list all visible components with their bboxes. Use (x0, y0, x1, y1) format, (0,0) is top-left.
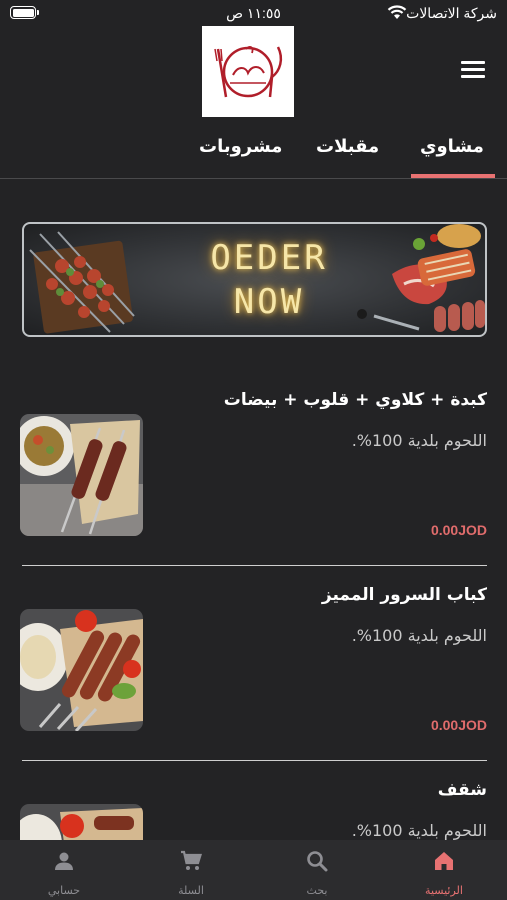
banner-heading: OEDER NOW (184, 236, 354, 324)
cart-icon (181, 850, 202, 870)
bottom-navigation: الرئيسية بحث السلة حسابي (0, 840, 507, 900)
nav-search[interactable]: بحث (267, 840, 367, 900)
app-header (0, 26, 507, 121)
menu-item-title: كباب السرور المميز (321, 585, 487, 605)
carrier-name: شركة الاتصالات (406, 5, 497, 21)
menu-item-description: اللحوم بلدية 100%. (351, 626, 487, 645)
search-icon (307, 851, 328, 872)
menu-item-image (20, 804, 143, 840)
banner-line-2: NOW (233, 282, 305, 322)
profile-icon (55, 852, 73, 870)
category-tabs: مشاوي مقبلات مشروبات (0, 121, 507, 179)
order-now-banner[interactable]: OEDER NOW (22, 222, 487, 337)
menu-item-price: 0.00JOD (430, 522, 487, 538)
menu-item[interactable]: شقف اللحوم بلدية 100%. (0, 776, 507, 840)
item-divider (22, 565, 487, 566)
menu-item[interactable]: كبدة + كلاوي + قلوب + بيضات اللحوم بلدية… (0, 386, 507, 581)
nav-home[interactable]: الرئيسية (394, 840, 494, 900)
active-tab-indicator (411, 174, 495, 178)
hamburger-menu-icon[interactable] (461, 61, 485, 81)
menu-item-title: شقف (437, 780, 487, 800)
nav-cart-label: السلة (178, 884, 204, 897)
menu-item[interactable]: كباب السرور المميز اللحوم بلدية 100%. 0.… (0, 581, 507, 776)
nav-search-label: بحث (306, 884, 328, 897)
nav-profile[interactable]: حسابي (14, 840, 114, 900)
tab-appetizers[interactable]: مقبلات (316, 136, 379, 157)
menu-item-title: كبدة + كلاوي + قلوب + بيضات (223, 390, 487, 410)
logo-emblem (214, 45, 283, 97)
nav-cart[interactable]: السلة (141, 840, 241, 900)
menu-item-description: اللحوم بلدية 100%. (351, 821, 487, 840)
menu-item-image (20, 609, 143, 731)
restaurant-logo[interactable] (202, 26, 294, 117)
tab-drinks[interactable]: مشروبات (199, 136, 282, 157)
nav-profile-label: حسابي (47, 884, 81, 897)
home-icon (435, 852, 453, 870)
menu-item-price: 0.00JOD (430, 717, 487, 733)
tab-grills[interactable]: مشاوي (420, 136, 484, 157)
wifi-icon (387, 5, 407, 19)
menu-item-description: اللحوم بلدية 100%. (351, 431, 487, 450)
status-bar: ١١:٥٥ ص شركة الاتصالات (0, 0, 507, 26)
menu-item-image (20, 414, 143, 536)
nav-home-label: الرئيسية (425, 884, 463, 897)
item-divider (22, 760, 487, 761)
banner-line-1: OEDER (210, 238, 328, 278)
